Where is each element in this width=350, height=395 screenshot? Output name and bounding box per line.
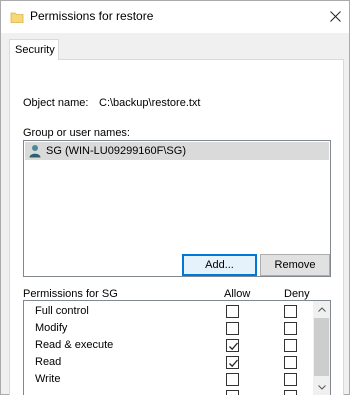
allow-checkbox[interactable]: [226, 322, 239, 335]
deny-checkbox[interactable]: [284, 339, 297, 352]
title-bar: Permissions for restore: [1, 1, 349, 33]
permission-row-full-control: Full control: [24, 303, 314, 320]
list-item-label: SG (WIN-LU09299160F\SG): [46, 145, 186, 157]
object-name-value: C:\backup\restore.txt: [99, 97, 201, 109]
deny-checkbox[interactable]: [284, 390, 297, 395]
add-button[interactable]: Add...: [182, 254, 257, 276]
group-names-label: Group or user names:: [23, 127, 130, 139]
chevron-down-icon: [317, 384, 326, 390]
allow-checkbox[interactable]: [226, 356, 239, 369]
close-icon: [329, 10, 341, 22]
allow-column-header: Allow: [224, 288, 251, 300]
window-title: Permissions for restore: [30, 9, 154, 23]
scroll-down-button[interactable]: [313, 379, 330, 395]
permission-name: Write: [35, 373, 61, 385]
tab-security[interactable]: Security: [9, 39, 59, 60]
permission-name: Full control: [35, 305, 89, 317]
deny-checkbox[interactable]: [284, 356, 297, 369]
scroll-thumb[interactable]: [314, 318, 329, 376]
tab-label: Security: [15, 44, 55, 56]
allow-checkbox[interactable]: [226, 339, 239, 352]
permission-row-partial: [24, 388, 314, 395]
deny-checkbox[interactable]: [284, 373, 297, 386]
permission-name: Read: [35, 356, 62, 368]
permission-row-read: Read: [24, 354, 314, 371]
permissions-scrollbar[interactable]: [313, 301, 330, 395]
close-button[interactable]: [321, 1, 349, 31]
allow-checkbox[interactable]: [226, 305, 239, 318]
allow-checkbox[interactable]: [226, 390, 239, 395]
remove-button[interactable]: Remove: [260, 254, 330, 276]
dialog-body: Security Object name: C:\backup\restore.…: [1, 33, 349, 395]
permission-row-write: Write: [24, 371, 314, 388]
permission-name: Modify: [35, 322, 68, 334]
check-icon: [229, 342, 238, 351]
permissions-list: Full control Modify Read & execute Read: [23, 300, 331, 395]
list-item[interactable]: SG (WIN-LU09299160F\SG): [25, 142, 329, 160]
deny-column-header: Deny: [284, 288, 310, 300]
permission-name: Read & execute: [35, 339, 114, 351]
security-panel: Object name: C:\backup\restore.txt Group…: [9, 59, 344, 395]
user-icon: [29, 144, 41, 158]
deny-checkbox[interactable]: [284, 305, 297, 318]
folder-icon: [10, 10, 24, 24]
scroll-up-button[interactable]: [313, 301, 330, 317]
permissions-header: Permissions for SG: [23, 288, 118, 300]
allow-checkbox[interactable]: [226, 373, 239, 386]
check-icon: [229, 359, 238, 368]
deny-checkbox[interactable]: [284, 322, 297, 335]
permissions-dialog: Permissions for restore Security Object …: [0, 0, 350, 395]
object-name-label: Object name:: [23, 97, 89, 109]
chevron-up-icon: [317, 306, 326, 312]
permission-row-modify: Modify: [24, 320, 314, 337]
permission-row-read-execute: Read & execute: [24, 337, 314, 354]
